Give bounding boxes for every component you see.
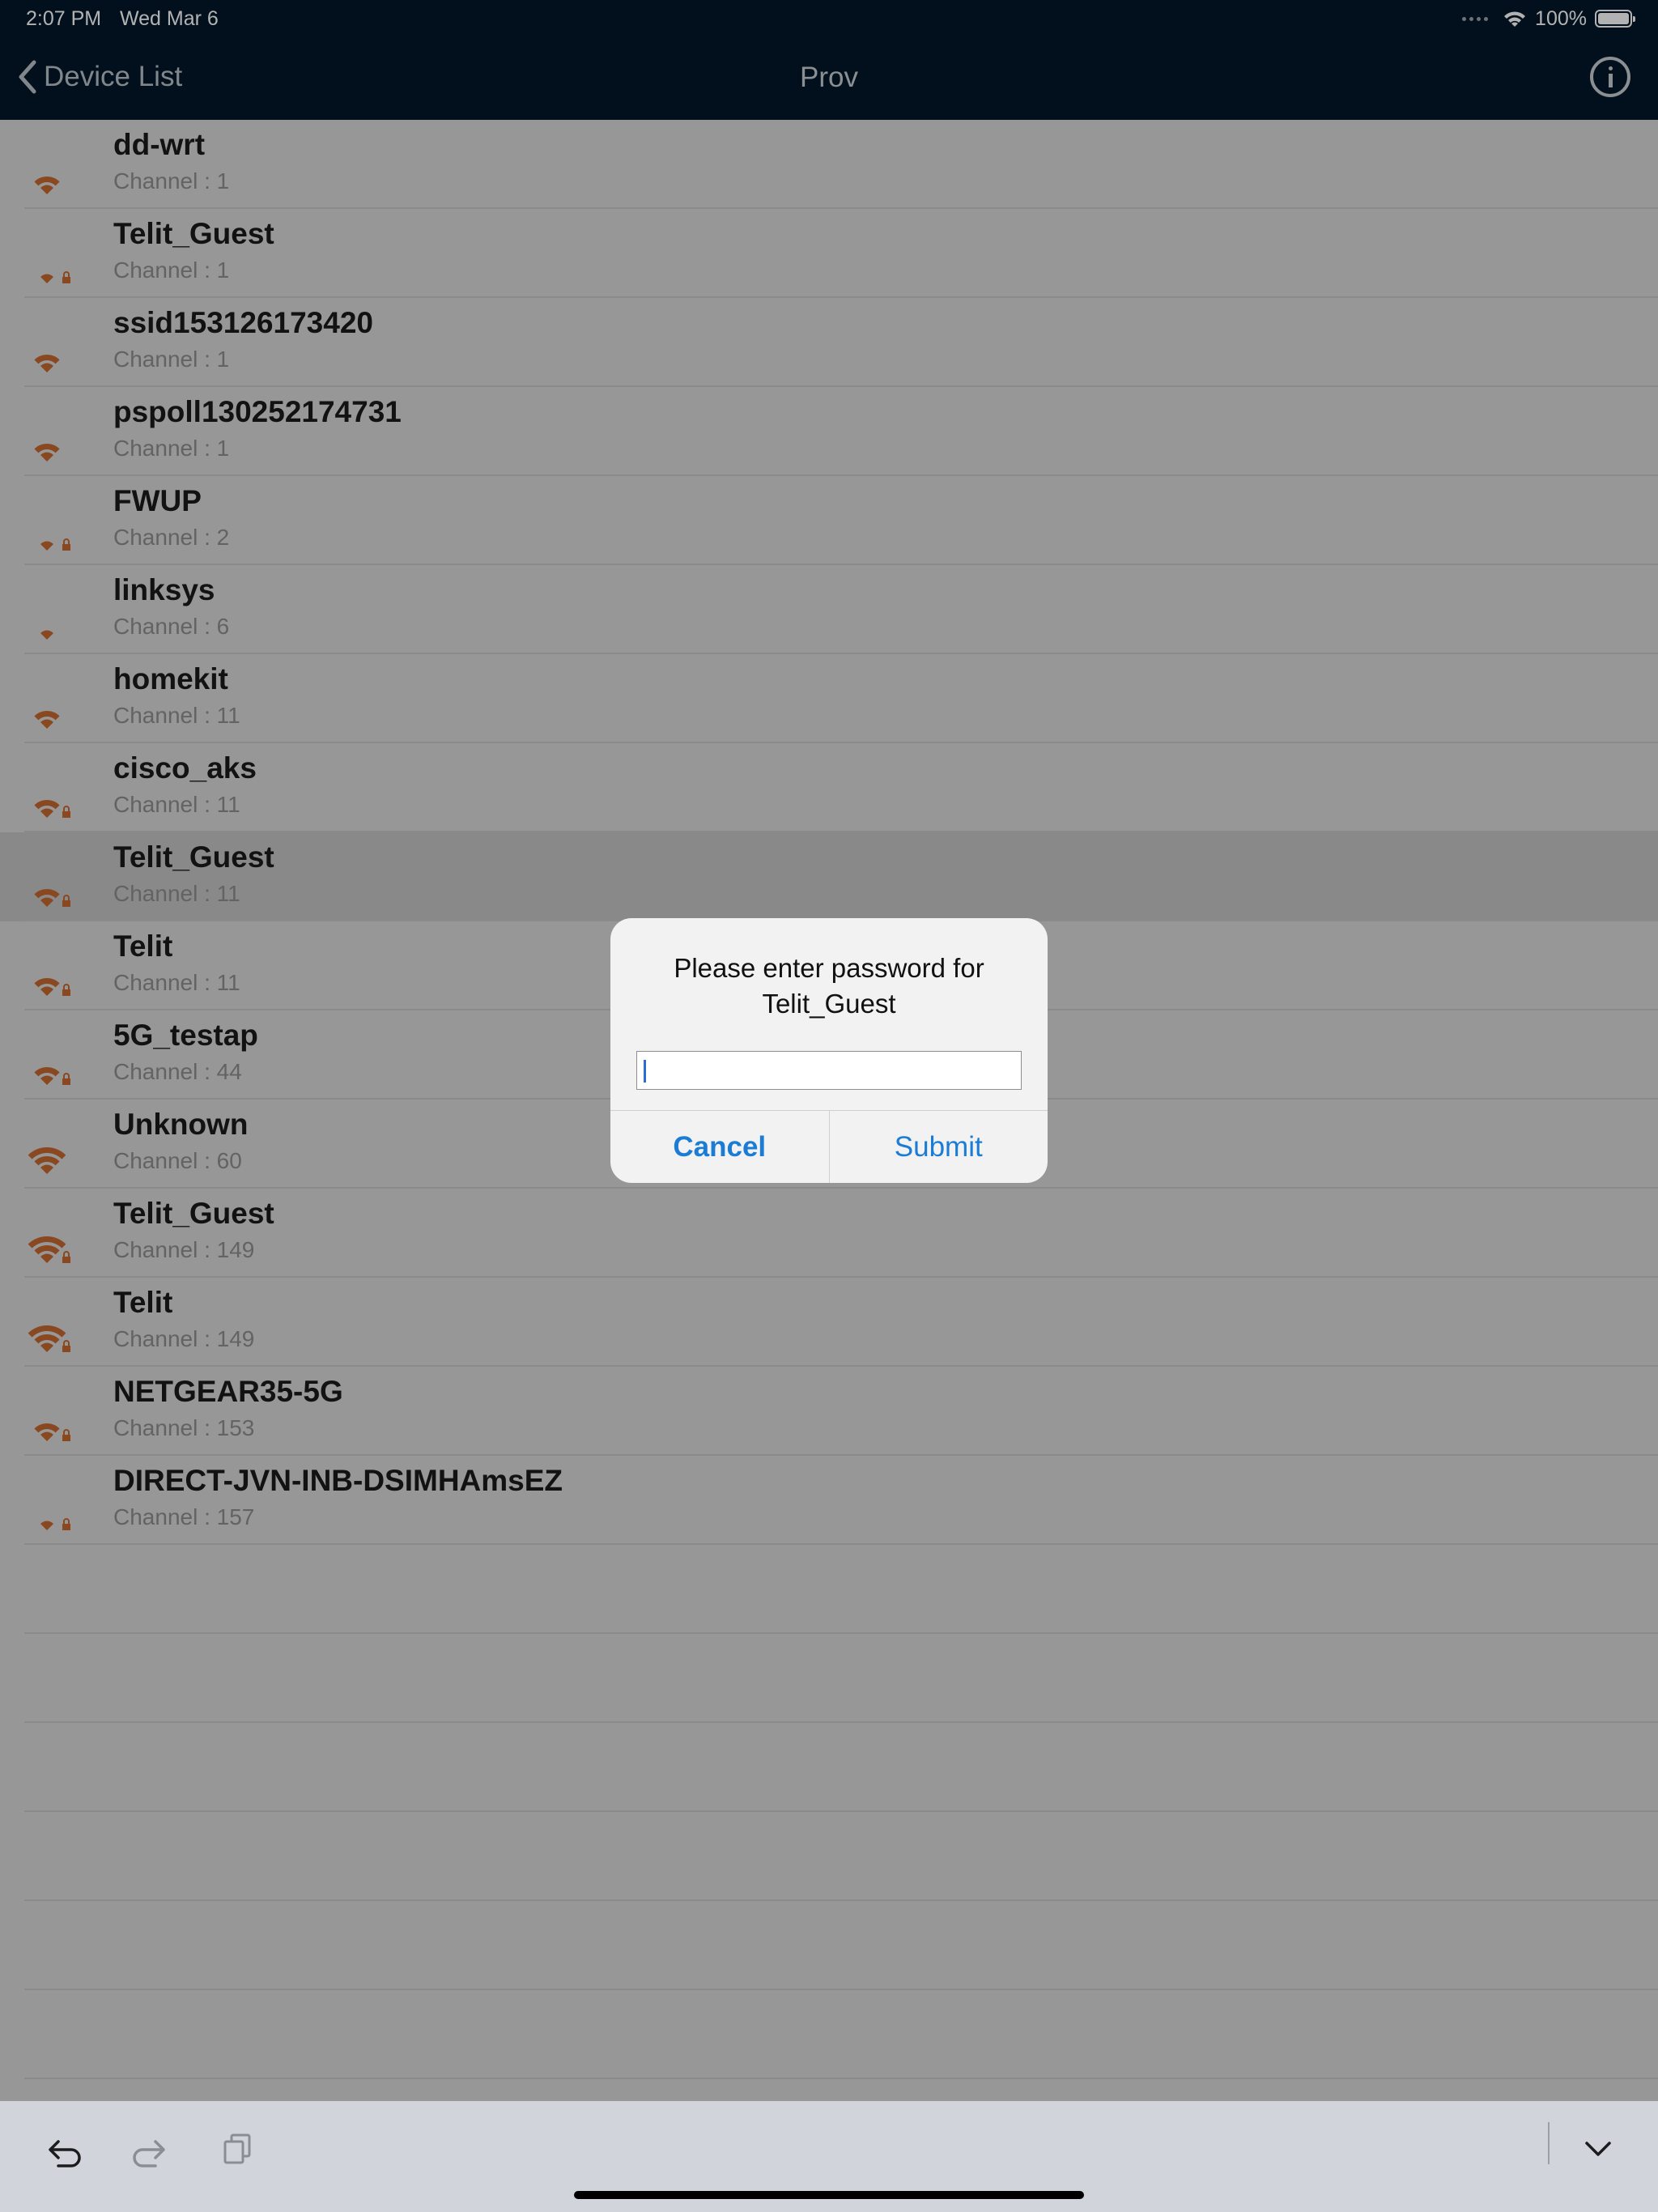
text-caret	[644, 1060, 646, 1083]
toolbar-divider	[1548, 2122, 1550, 2164]
submit-button[interactable]: Submit	[830, 1111, 1048, 1183]
password-alert: Please enter password for Telit_Guest Ca…	[610, 918, 1048, 1183]
chevron-down-icon[interactable]	[1575, 2125, 1621, 2171]
home-indicator	[574, 2191, 1084, 2199]
alert-title-line1: Please enter password for	[674, 953, 984, 983]
paste-icon[interactable]	[215, 2125, 261, 2171]
cancel-button[interactable]: Cancel	[610, 1111, 830, 1183]
undo-icon[interactable]	[40, 2125, 86, 2171]
alert-title: Please enter password for Telit_Guest	[627, 951, 1031, 1022]
redo-icon[interactable]	[128, 2125, 173, 2171]
password-input[interactable]	[636, 1051, 1022, 1090]
alert-buttons: Cancel Submit	[610, 1110, 1048, 1183]
alert-title-line2: Telit_Guest	[762, 989, 896, 1019]
